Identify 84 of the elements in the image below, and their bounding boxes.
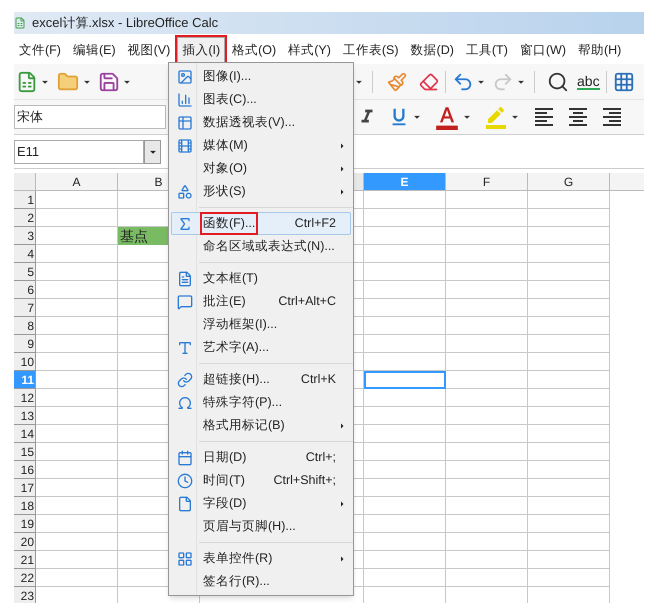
menu-label: 命名区域或表达式(N)... xyxy=(202,238,336,256)
shortcut-text: Ctrl+K xyxy=(300,371,336,388)
column-header[interactable]: G xyxy=(528,173,610,190)
menu-label: 浮动框架(I)... xyxy=(202,316,278,334)
row-header[interactable]: 21 xyxy=(14,551,36,569)
font-name-field[interactable]: 宋体 xyxy=(14,105,166,129)
menu-label: 表单控件(R) xyxy=(202,550,274,568)
row-header[interactable]: 16 xyxy=(14,461,36,479)
row-header[interactable]: 7 xyxy=(14,299,36,317)
menu-item[interactable]: 文件(F) xyxy=(14,37,66,63)
menu-item[interactable]: 图像(I)... xyxy=(171,65,351,88)
menu-item[interactable]: 工作表(S) xyxy=(338,37,404,63)
row-header[interactable]: 3 xyxy=(14,227,36,245)
menu-label: 文本框(T) xyxy=(202,270,259,288)
name-box[interactable]: E11 xyxy=(14,140,144,164)
spellcheck-button[interactable]: abc xyxy=(577,74,600,90)
menu-item[interactable]: 插入(I) xyxy=(177,37,226,63)
column-header[interactable]: F xyxy=(446,173,528,190)
row-header[interactable]: 13 xyxy=(14,407,36,425)
menu-label: 函数(F)... xyxy=(202,214,256,233)
menu-item[interactable]: 样式(Y) xyxy=(283,37,336,63)
menu-label: 图像(I)... xyxy=(202,68,252,86)
row-header[interactable]: 20 xyxy=(14,533,36,551)
menu-item[interactable]: 格式用标记(B) xyxy=(171,414,351,437)
row-header[interactable]: 6 xyxy=(14,281,36,299)
menu-label: 字段(D) xyxy=(202,495,248,512)
menu-label: 对象(O) xyxy=(202,160,248,178)
menu-item[interactable]: 批注(E) Ctrl+Alt+C xyxy=(171,290,351,313)
menu-item[interactable]: 函数(F)... Ctrl+F2 xyxy=(171,212,351,235)
menu-item[interactable]: 编辑(E) xyxy=(68,37,121,63)
shortcut-text: Ctrl+F2 xyxy=(294,215,336,232)
row-header[interactable]: 10 xyxy=(14,353,36,371)
row-header[interactable]: 22 xyxy=(14,569,36,587)
menu-label: 格式用标记(B) xyxy=(202,417,286,434)
menu-label: 页眉与页脚(H)... xyxy=(202,518,297,536)
menu-item[interactable]: 超链接(H)... Ctrl+K xyxy=(171,368,351,391)
menu-item[interactable]: 窗口(W) xyxy=(514,37,571,63)
menu-label: 特殊字符(P)... xyxy=(202,394,284,412)
menu-item[interactable]: 视图(V) xyxy=(122,37,176,63)
menu-item[interactable]: 字段(D) xyxy=(171,492,351,515)
menu-item[interactable]: 工具(T) xyxy=(460,37,513,63)
menu-item[interactable]: 日期(D) Ctrl+; xyxy=(171,446,351,469)
row-header[interactable]: 4 xyxy=(14,245,36,263)
row-header[interactable]: 23 xyxy=(14,587,36,603)
menu-item[interactable]: 时间(T) Ctrl+Shift+; xyxy=(171,469,351,492)
menu-item[interactable]: 浮动框架(I)... xyxy=(171,313,351,336)
row-header[interactable]: 2 xyxy=(14,209,36,227)
shortcut-text: Ctrl+; xyxy=(306,449,336,466)
menu-item[interactable]: 媒体(M) xyxy=(171,134,351,157)
row-header[interactable]: 8 xyxy=(14,317,36,335)
column-header[interactable]: A xyxy=(36,173,118,190)
shortcut-text: Ctrl+Alt+C xyxy=(278,293,336,310)
menu-item[interactable]: 表单控件(R) xyxy=(171,547,351,570)
menu-label: 数据透视表(V)... xyxy=(202,114,296,132)
row-header[interactable]: 19 xyxy=(14,515,36,533)
menu-item[interactable]: 签名行(R)... xyxy=(171,570,351,593)
menu-item[interactable]: 图表(C)... xyxy=(171,88,351,111)
menu-label: 时间(T) xyxy=(202,472,246,490)
window-title: excel计算.xlsx - LibreOffice Calc xyxy=(32,14,218,32)
menu-label: 日期(D) xyxy=(202,449,248,466)
menu-item[interactable]: 特殊字符(P)... xyxy=(171,391,351,414)
menu-item[interactable]: 数据(D) xyxy=(406,37,459,63)
row-header[interactable]: 15 xyxy=(14,443,36,461)
row-header[interactable]: 1 xyxy=(14,191,36,209)
menu-label: 图表(C)... xyxy=(202,91,258,108)
menu-item[interactable]: 格式(O) xyxy=(227,37,282,63)
menu-item[interactable]: 艺术字(A)... xyxy=(171,336,351,359)
menu-label: 超链接(H)... xyxy=(202,371,271,388)
menu-label: 签名行(R)... xyxy=(202,573,271,590)
row-header[interactable]: 17 xyxy=(14,479,36,497)
shortcut-text: Ctrl+Shift+; xyxy=(273,472,336,490)
row-header[interactable]: 9 xyxy=(14,335,36,353)
menu-label: 艺术字(A)... xyxy=(202,339,270,356)
menu-label: 形状(S) xyxy=(202,183,247,200)
menu-label: 媒体(M) xyxy=(202,137,249,154)
menu-item[interactable]: 数据透视表(V)... xyxy=(171,111,351,134)
menu-item[interactable]: 页眉与页脚(H)... xyxy=(171,515,351,538)
row-header[interactable]: 5 xyxy=(14,263,36,281)
menu-label: 批注(E) xyxy=(202,293,247,310)
row-header[interactable]: 14 xyxy=(14,425,36,443)
row-header[interactable]: 18 xyxy=(14,497,36,515)
menu-item[interactable]: 帮助(H) xyxy=(572,37,626,63)
menu-item[interactable]: 文本框(T) xyxy=(171,267,351,290)
row-header[interactable]: 12 xyxy=(14,389,36,407)
